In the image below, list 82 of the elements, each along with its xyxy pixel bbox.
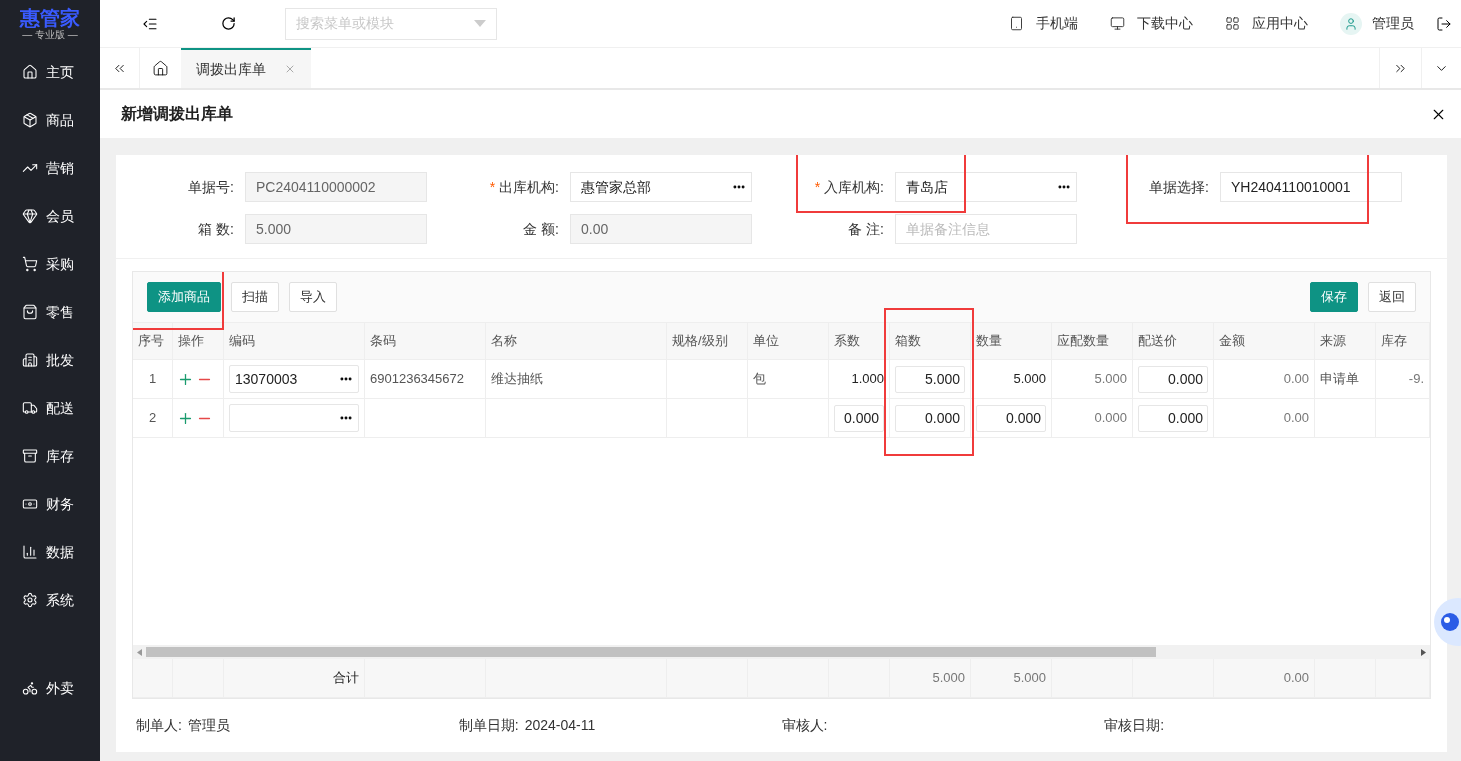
- cell-input[interactable]: 0.000: [834, 404, 884, 432]
- cell-input[interactable]: 0.000: [895, 404, 965, 432]
- refresh-icon[interactable]: [221, 16, 236, 31]
- sidebar-item[interactable]: 主页: [0, 48, 100, 96]
- field-label: 箱 数:: [198, 219, 234, 239]
- sidebar-item[interactable]: 会员: [0, 192, 100, 240]
- footer-value: 管理员: [187, 716, 230, 736]
- column-header: 名称: [486, 322, 667, 360]
- logout-icon[interactable]: [1436, 15, 1452, 32]
- required-marker: *: [489, 177, 496, 197]
- sidebar-item[interactable]: 库存: [0, 432, 100, 480]
- input-field[interactable]: YH2404110010001: [1220, 172, 1402, 202]
- required-marker: *: [814, 177, 821, 197]
- toolbar-button[interactable]: 导入: [289, 282, 337, 312]
- field-label: 出库机构:: [499, 177, 559, 197]
- header-link[interactable]: 应用中心: [1225, 13, 1308, 34]
- header-link[interactable]: 手机端: [1009, 13, 1078, 34]
- sidebar-item[interactable]: 数据: [0, 528, 100, 576]
- readonly-field: 5.000: [245, 214, 427, 244]
- dropdown-icon: [474, 19, 486, 28]
- cart-icon: [22, 256, 38, 272]
- sidebar-item[interactable]: 外卖: [0, 664, 100, 712]
- truck-icon: [22, 400, 38, 416]
- archive-icon: [22, 448, 38, 464]
- table-cell: 5.000: [890, 659, 971, 699]
- sidebar-item[interactable]: 营销: [0, 144, 100, 192]
- sidebar-item[interactable]: 采购: [0, 240, 100, 288]
- field-label: 入库机构:: [824, 177, 884, 197]
- table-cell: 0.00: [1214, 659, 1315, 699]
- monitor-icon: [1110, 16, 1125, 31]
- sidebar-item[interactable]: 批发: [0, 336, 100, 384]
- user-name[interactable]: 管理员: [1372, 13, 1414, 34]
- home-icon: [22, 64, 38, 80]
- toolbar-button[interactable]: 保存: [1310, 282, 1358, 312]
- sidebar-item[interactable]: 财务: [0, 480, 100, 528]
- table-cell: 合计: [224, 659, 365, 699]
- sidebar-item[interactable]: 配送: [0, 384, 100, 432]
- cell-input[interactable]: 0.000: [1138, 365, 1208, 393]
- code-picker[interactable]: 13070003: [229, 365, 359, 393]
- picker-field[interactable]: 青岛店: [895, 172, 1077, 202]
- banknote-icon: [22, 496, 38, 512]
- cell-input[interactable]: 0.000: [1138, 404, 1208, 432]
- bag-icon: [22, 304, 38, 320]
- building-icon: [22, 352, 38, 368]
- bike-icon: [22, 680, 38, 696]
- footer-label: 制单日期:: [458, 716, 519, 736]
- toolbar-button[interactable]: 返回: [1368, 282, 1416, 312]
- footer-label: 审核人:: [781, 716, 828, 736]
- tablet-icon: [1009, 16, 1024, 31]
- user-icon: [1344, 16, 1358, 31]
- picker-field[interactable]: 惠管家总部: [570, 172, 752, 202]
- page-title: 新增调拨出库单: [121, 104, 234, 124]
- readonly-field: 0.00: [570, 214, 752, 244]
- cell-input[interactable]: 5.000: [895, 365, 965, 393]
- table-cell: 5.000: [971, 659, 1052, 699]
- bar-chart-icon: [22, 544, 38, 560]
- gem-icon: [22, 208, 38, 224]
- page-tab[interactable]: 调拨出库单: [181, 48, 311, 88]
- logo-subtitle: — 专业版 —: [22, 29, 78, 41]
- field-label: 备 注:: [848, 219, 884, 239]
- grid-icon: [1225, 16, 1240, 31]
- toolbar-button[interactable]: 扫描: [231, 282, 279, 312]
- sidebar-item[interactable]: 系统: [0, 576, 100, 624]
- toolbar-button[interactable]: 添加商品: [147, 282, 221, 312]
- package-icon: [22, 112, 38, 128]
- field-label: 金 额:: [523, 219, 559, 239]
- field-label: 单据号:: [188, 177, 234, 197]
- input-field[interactable]: 单据备注信息: [895, 214, 1077, 244]
- sidebar-item[interactable]: 零售: [0, 288, 100, 336]
- header-link[interactable]: 下载中心: [1110, 13, 1193, 34]
- footer-label: 审核日期:: [1104, 716, 1165, 736]
- footer-label: 制单人:: [136, 716, 182, 736]
- cell-input[interactable]: 0.000: [976, 404, 1046, 432]
- logo-title: 惠管家: [20, 7, 80, 29]
- horizontal-scrollbar[interactable]: [133, 645, 1430, 660]
- readonly-field: PC2404110000002: [245, 172, 427, 202]
- scroll-right-arrow-icon[interactable]: [1421, 648, 1426, 656]
- sidebar-item[interactable]: 商品: [0, 96, 100, 144]
- settings-icon: [22, 592, 38, 608]
- home-tab-icon[interactable]: [152, 59, 169, 77]
- field-label: 单据选择:: [1149, 177, 1209, 197]
- footer-value: 2024-04-11: [524, 716, 596, 736]
